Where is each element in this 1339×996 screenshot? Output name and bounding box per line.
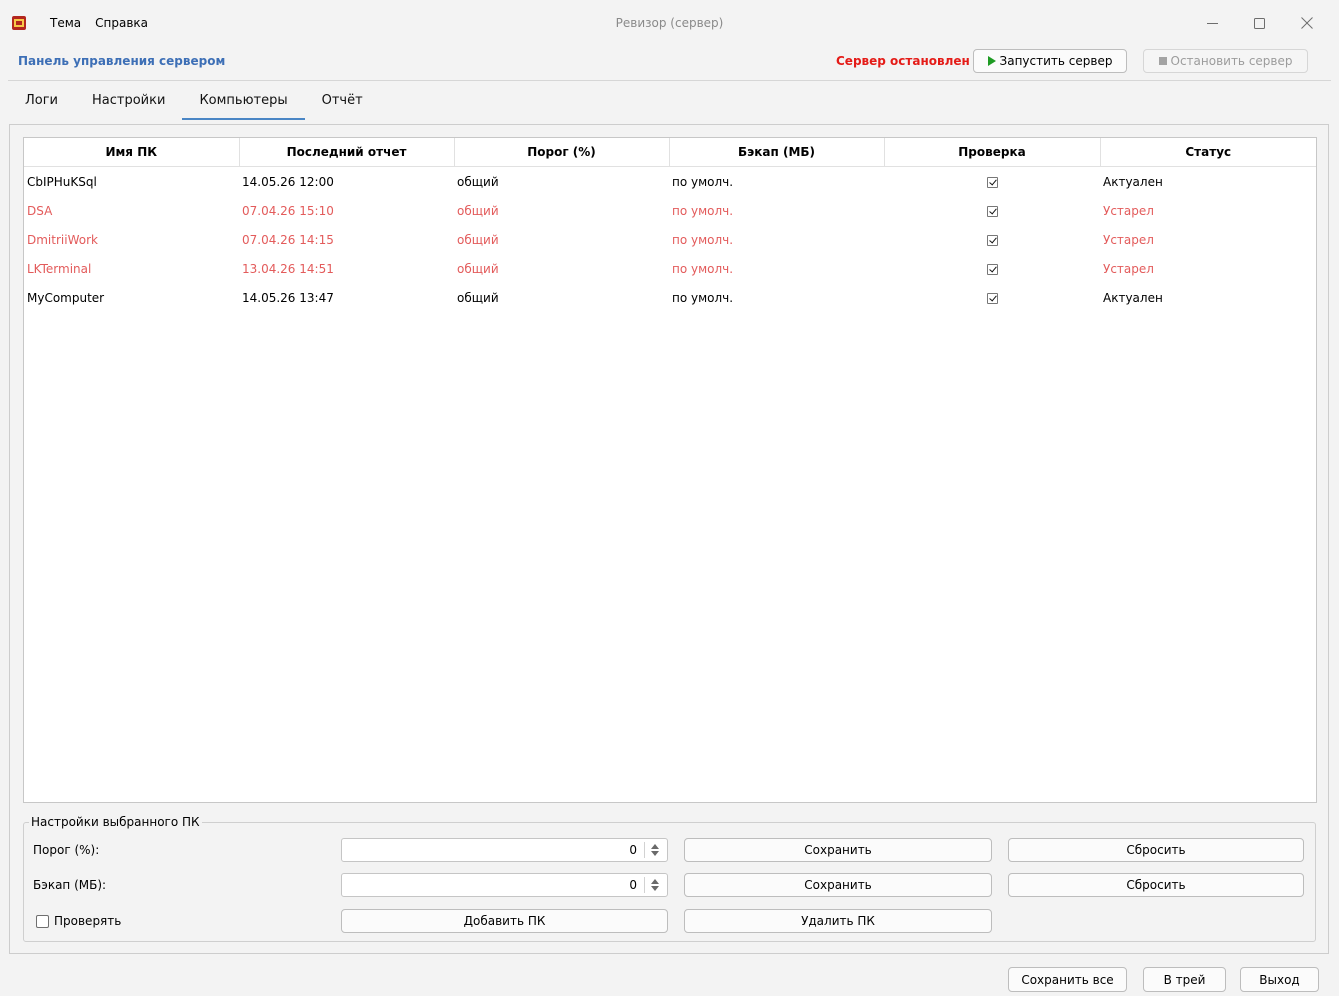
threshold-spinner[interactable]: 0 <box>341 838 668 862</box>
cell-last-report: 07.04.26 15:10 <box>242 203 334 218</box>
save-all-button[interactable]: Сохранить все <box>1008 967 1127 992</box>
maximize-icon <box>1253 17 1265 29</box>
cell-status: Устарел <box>1103 232 1154 247</box>
table-row[interactable]: LKTerminal 13.04.26 14:51 общий по умолч. Ус… <box>24 254 1316 283</box>
tab-settings[interactable]: Настройки <box>75 82 182 118</box>
backup-spinner[interactable]: 0 <box>341 873 668 897</box>
delete-pc-button[interactable]: Удалить ПК <box>684 909 992 933</box>
cell-check <box>884 196 1100 225</box>
cell-threshold: общий <box>457 261 499 276</box>
table-row[interactable]: DmitriiWork 07.04.26 14:15 общий по умолч. У… <box>24 225 1316 254</box>
add-pc-button[interactable]: Добавить ПК <box>341 909 668 933</box>
cell-threshold: общий <box>457 290 499 305</box>
cell-last-report: 14.05.26 12:00 <box>242 174 334 189</box>
check-option[interactable]: Проверять <box>36 914 121 928</box>
cell-pc-name: DSA <box>27 203 53 218</box>
tab-bar: Логи Настройки Компьютеры Отчёт <box>8 82 380 120</box>
save-threshold-button[interactable]: Сохранить <box>684 838 992 862</box>
app-icon <box>12 16 26 30</box>
column-header-name[interactable]: Имя ПК <box>24 138 240 167</box>
cell-last-report: 13.04.26 14:51 <box>242 261 334 276</box>
tab-computers[interactable]: Компьютеры <box>182 82 305 120</box>
title-bar: Тема Справка Ревизор (сервер) <box>0 0 1339 46</box>
reset-threshold-button[interactable]: Сбросить <box>1008 838 1304 862</box>
cell-threshold: общий <box>457 232 499 247</box>
cell-check <box>884 225 1100 254</box>
cell-backup: по умолч. <box>672 232 734 247</box>
row-check-checkbox[interactable] <box>986 234 998 246</box>
check-checkbox[interactable] <box>36 914 49 928</box>
cell-backup: по умолч. <box>672 290 734 305</box>
cell-threshold: общий <box>457 203 499 218</box>
cell-pc-name: MyComputer <box>27 290 105 305</box>
row-check-checkbox[interactable] <box>986 263 998 275</box>
stop-server-button[interactable]: Остановить сервер <box>1143 49 1308 73</box>
stop-server-label: Остановить сервер <box>1170 54 1293 68</box>
play-icon <box>987 56 996 66</box>
cell-pc-name: CbIPHuKSql <box>27 174 97 189</box>
tray-button[interactable]: В трей <box>1143 967 1226 992</box>
minimize-button[interactable] <box>1189 8 1235 38</box>
cell-status: Устарел <box>1103 203 1154 218</box>
menu-help[interactable]: Справка <box>95 16 148 30</box>
column-header-backup[interactable]: Бэкап (МБ) <box>669 138 885 167</box>
cell-last-report: 14.05.26 13:47 <box>242 290 334 305</box>
save-backup-button[interactable]: Сохранить <box>684 873 992 897</box>
column-header-last-report[interactable]: Последний отчет <box>239 138 455 167</box>
table-row[interactable]: CbIPHuKSql 14.05.26 12:00 общий по умолч. Ак… <box>24 167 1316 197</box>
maximize-button[interactable] <box>1236 8 1282 38</box>
table-row[interactable]: DSA 07.04.26 15:10 общий по умолч. Устарел <box>24 196 1316 225</box>
exit-button[interactable]: Выход <box>1240 967 1319 992</box>
backup-value: 0 <box>629 878 637 892</box>
cell-status: Устарел <box>1103 261 1154 276</box>
server-status-label: Сервер остановлен <box>836 54 970 68</box>
cell-pc-name: LKTerminal <box>27 261 92 276</box>
window-title: Ревизор (сервер) <box>615 16 724 30</box>
threshold-label: Порог (%): <box>33 843 100 857</box>
table-row[interactable]: MyComputer 14.05.26 13:47 общий по умолч. Ак… <box>24 283 1316 312</box>
column-header-status[interactable]: Статус <box>1100 138 1316 167</box>
cell-check <box>884 283 1100 312</box>
cell-backup: по умолч. <box>672 203 734 218</box>
menu-theme[interactable]: Тема <box>50 16 81 30</box>
menu-bar: Тема Справка <box>50 16 148 30</box>
cell-last-report: 07.04.26 14:15 <box>242 232 334 247</box>
close-icon <box>1301 17 1313 29</box>
computers-table: Имя ПК Последний отчет Порог (%) Бэкап (… <box>24 138 1316 312</box>
cell-threshold: общий <box>457 174 499 189</box>
threshold-value: 0 <box>629 843 637 857</box>
cell-backup: по умолч. <box>672 261 734 276</box>
server-control-bar: Панель управления сервером Сервер остано… <box>8 46 1331 78</box>
minimize-icon <box>1206 22 1218 24</box>
row-check-checkbox[interactable] <box>986 292 998 304</box>
start-server-button[interactable]: Запустить сервер <box>973 49 1127 73</box>
tab-logs[interactable]: Логи <box>8 82 75 118</box>
start-server-label: Запустить сервер <box>999 54 1113 68</box>
spinner-arrows-icon[interactable] <box>651 877 661 893</box>
backup-label: Бэкап (МБ): <box>33 878 107 892</box>
reset-backup-button[interactable]: Сбросить <box>1008 873 1304 897</box>
row-check-checkbox[interactable] <box>986 176 998 188</box>
cell-check <box>884 167 1100 197</box>
cell-pc-name: DmitriiWork <box>27 232 98 247</box>
stop-icon <box>1158 57 1167 65</box>
cell-status: Актуален <box>1103 290 1163 305</box>
close-button[interactable] <box>1284 8 1330 38</box>
panel-title: Панель управления сервером <box>18 54 226 68</box>
check-label: Проверять <box>54 914 122 928</box>
selected-pc-settings-title: Настройки выбранного ПК <box>29 815 202 829</box>
tab-report[interactable]: Отчёт <box>305 82 380 118</box>
column-header-check[interactable]: Проверка <box>884 138 1101 167</box>
header-divider <box>8 80 1331 81</box>
cell-status: Актуален <box>1103 174 1163 189</box>
cell-backup: по умолч. <box>672 174 734 189</box>
cell-check <box>884 254 1100 283</box>
column-header-threshold[interactable]: Порог (%) <box>454 138 670 167</box>
computers-table-container: Имя ПК Последний отчет Порог (%) Бэкап (… <box>23 137 1317 803</box>
row-check-checkbox[interactable] <box>986 205 998 217</box>
table-header-row: Имя ПК Последний отчет Порог (%) Бэкап (… <box>24 138 1316 167</box>
spinner-arrows-icon[interactable] <box>651 842 661 858</box>
